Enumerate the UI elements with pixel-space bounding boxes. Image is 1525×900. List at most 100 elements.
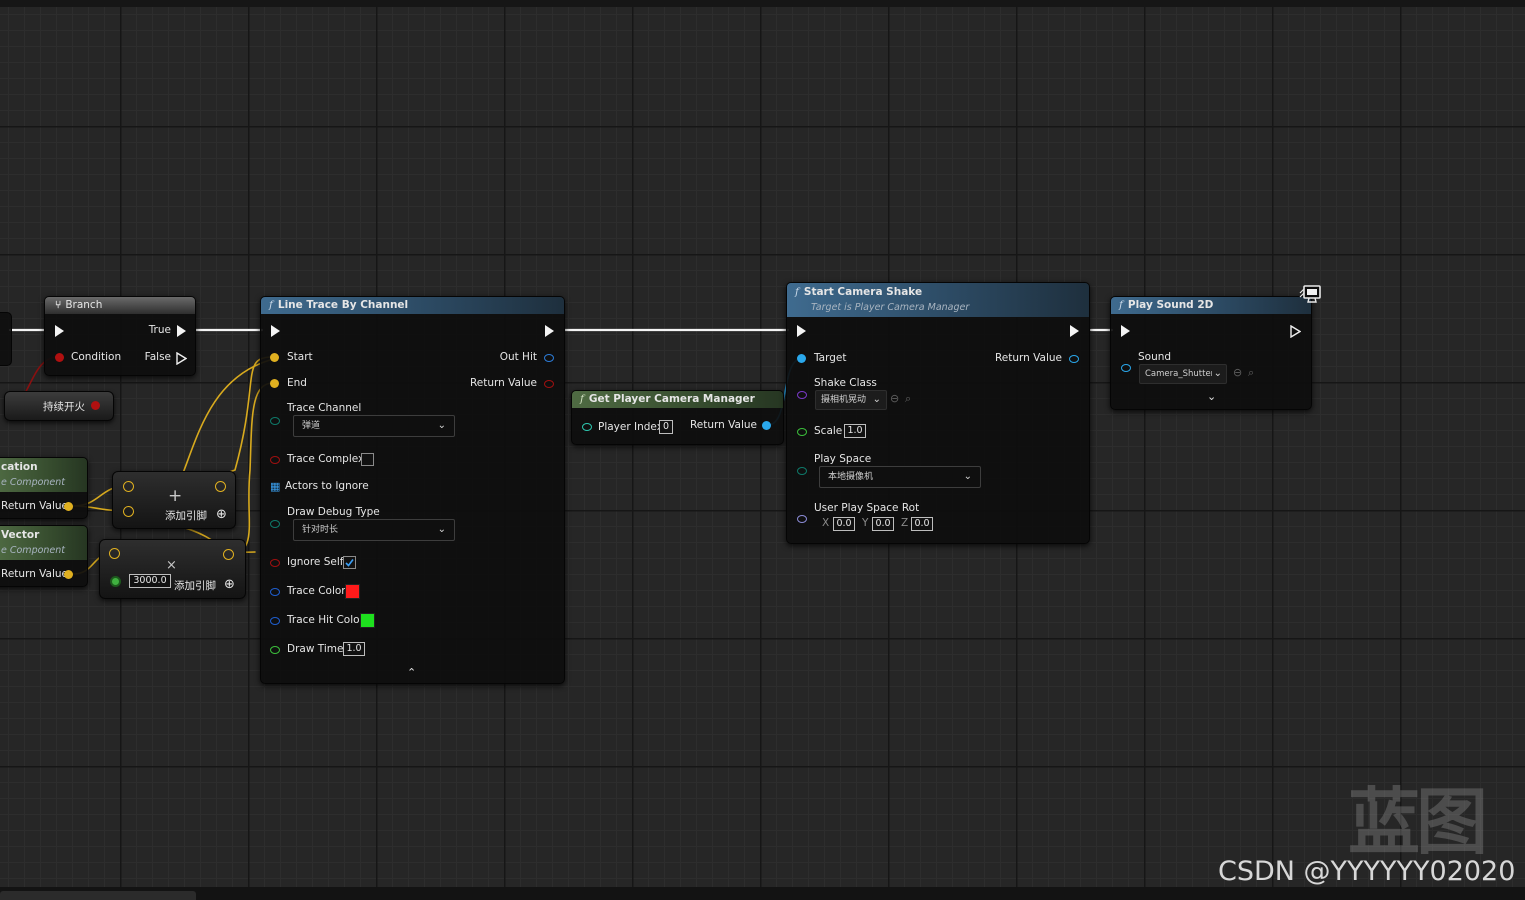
play-sound-header: f Play Sound 2D [1111,297,1311,314]
trace-complex-pin[interactable] [270,456,280,464]
branch-true-exec[interactable] [177,325,186,337]
branch-exec-in[interactable] [55,325,64,337]
branch-node[interactable]: ⑂ Branch True Condition False [44,296,196,376]
camera-shake-header: f Start Camera Shake Target is Player Cam… [787,283,1089,317]
add-out-pin[interactable] [215,481,226,492]
play-space-pin[interactable] [797,467,807,475]
use-asset-icon[interactable]: ⊖ [1233,366,1242,379]
play-sound-exec-out[interactable] [1290,325,1301,338]
array-pin-icon[interactable]: ▦ [270,480,280,493]
trace-channel-pin[interactable] [270,417,280,425]
ignore-self-pin[interactable] [270,559,280,567]
add-plus-icon: + [168,486,183,506]
variable-getter-node[interactable]: 持续开火 [4,391,114,421]
start-pin[interactable] [270,353,279,362]
draw-debug-type-label: Draw Debug Type [287,506,380,518]
trace-hit-color-swatch[interactable] [360,613,375,628]
chevron-down-icon: ⌄ [437,420,446,431]
add-in-b-pin[interactable] [123,506,134,517]
branch-icon: ⑂ [55,299,62,311]
end-pin[interactable] [270,379,279,388]
monitor-icon [1299,285,1321,303]
shake-class-dropdown[interactable]: 摄相机晃动 ⌄ [815,390,887,410]
target-pin[interactable] [797,354,806,363]
camera-shake-return-pin[interactable] [1069,355,1079,363]
add-in-a-pin[interactable] [123,481,134,492]
multiply-value-field[interactable]: 3000.0 [129,574,171,588]
play-space-value: 本地摄像机 [828,472,874,482]
camera-manager-return-pin[interactable] [762,421,771,430]
line-trace-exec-in[interactable] [271,325,280,337]
scale-field[interactable]: 1.0 [844,424,866,438]
search-icon[interactable]: ⌕ [905,392,911,406]
play-sound-title: Play Sound 2D [1127,299,1214,311]
shake-class-pin[interactable] [797,391,807,399]
line-trace-exec-out[interactable] [545,325,554,337]
get-camera-manager-node[interactable]: f Get Player Camera Manager Player Index … [571,390,784,445]
scale-pin[interactable] [797,428,807,436]
sound-dropdown[interactable]: Camera_Shutter ⌄ [1139,364,1227,384]
function-icon: f [795,286,799,298]
trace-channel-value: 弹道 [302,421,321,431]
line-trace-title: Line Trace By Channel [277,299,409,311]
return-value-pin[interactable] [544,380,554,388]
trace-complex-checkbox[interactable] [361,453,374,466]
multiply-node[interactable]: × 3000.0 添加引脚 ⊕ [99,539,246,599]
bottom-tab[interactable] [0,891,196,900]
trace-color-swatch[interactable] [345,584,360,599]
location-getter-node[interactable]: cation e Component Return Value [0,457,88,519]
draw-time-field[interactable]: 1.0 [343,642,365,656]
use-asset-icon[interactable]: ⊖ [890,392,899,405]
function-icon: f [1119,299,1123,311]
draw-time-pin[interactable] [270,646,280,654]
trace-channel-dropdown[interactable]: 弹道 ⌄ [293,415,455,437]
variable-label: 持续开火 [43,401,85,413]
multiply-in-a-pin[interactable] [109,548,120,559]
variable-out-pin[interactable] [91,401,100,410]
line-trace-node[interactable]: f Line Trace By Channel Start Out Hit End… [260,296,565,684]
vector-return-pin[interactable] [64,570,73,579]
branch-condition-pin[interactable] [55,353,64,362]
rot-x-field[interactable]: 0.0 [833,517,855,531]
expand-chevron-down-icon[interactable]: ⌄ [1207,390,1216,403]
search-icon[interactable]: ⌕ [1248,366,1254,380]
play-sound-2d-node[interactable]: f Play Sound 2D Sound Camera_Shutter ⌄ ⊖ … [1110,296,1312,410]
trace-color-pin[interactable] [270,588,280,596]
camera-shake-exec-out[interactable] [1070,325,1079,337]
ignore-self-checkbox[interactable] [343,556,356,569]
function-icon: f [269,299,273,311]
player-index-pin[interactable] [582,423,592,431]
rot-y-field[interactable]: 0.0 [872,517,894,531]
multiply-out-pin[interactable] [223,549,234,560]
check-icon [345,559,354,567]
multiply-pin-label: 添加引脚 [174,580,216,592]
branch-false-exec[interactable] [176,352,187,365]
collapse-chevron-up-icon[interactable]: ⌃ [407,666,416,679]
actors-to-ignore-label: Actors to Ignore [285,480,369,492]
draw-debug-pin[interactable] [270,520,280,528]
player-index-field[interactable]: 0 [659,420,673,434]
trace-hit-color-label: Trace Hit Color [287,614,364,626]
vector-getter-node[interactable]: Vector e Component Return Value [0,525,88,587]
branch-header: ⑂ Branch [45,297,195,314]
user-play-space-rot-pin[interactable] [797,515,807,523]
rot-z-field[interactable]: 0.0 [911,517,933,531]
chevron-down-icon: ⌄ [963,471,972,482]
trace-hit-color-pin[interactable] [270,617,280,625]
camera-shake-exec-in[interactable] [797,325,806,337]
play-sound-exec-in[interactable] [1121,325,1130,337]
add-pin-icon[interactable]: ⊕ [216,507,227,522]
multiply-add-pin-icon[interactable]: ⊕ [224,577,235,592]
start-camera-shake-node[interactable]: f Start Camera Shake Target is Player Cam… [786,282,1090,544]
play-space-dropdown[interactable]: 本地摄像机 ⌄ [819,466,981,488]
out-hit-pin[interactable] [544,354,554,362]
draw-debug-value: 针对时长 [302,525,339,535]
top-toolbar-strip [0,0,1525,7]
chevron-down-icon: ⌄ [872,394,881,405]
multiply-in-b-pin[interactable] [110,576,121,587]
draw-debug-dropdown[interactable]: 针对时长 ⌄ [293,519,455,541]
location-return-pin[interactable] [64,502,73,511]
add-node[interactable]: + 添加引脚 ⊕ [112,471,236,529]
branch-condition-label: Condition [71,351,122,363]
sound-pin[interactable] [1121,364,1131,372]
